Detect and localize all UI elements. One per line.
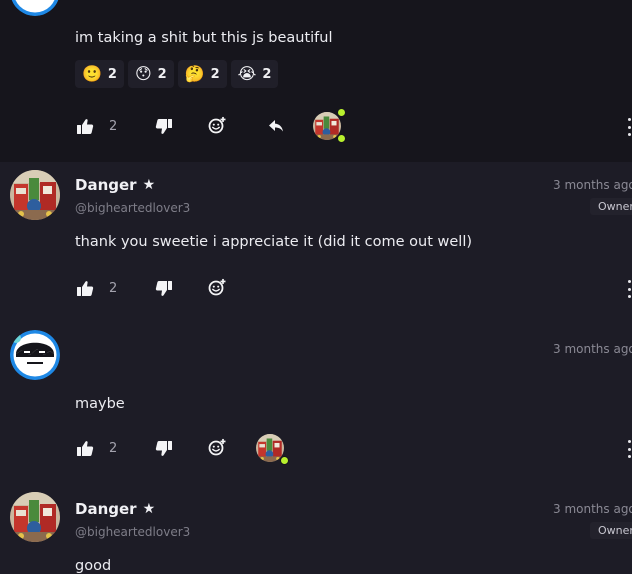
avatar[interactable]: [10, 0, 60, 16]
hushed-face-emoji-icon: 😯: [134, 64, 152, 83]
reaction-chip[interactable]: 🤔 2: [177, 60, 227, 88]
avatar[interactable]: [10, 170, 60, 220]
star-icon: ★: [142, 501, 156, 517]
add-reaction-button[interactable]: [208, 438, 227, 456]
author-name[interactable]: Danger: [75, 500, 137, 518]
thinking-face-emoji-icon: 🤔: [184, 64, 205, 83]
reply-button[interactable]: [267, 117, 285, 134]
thumbs-up-icon: [77, 441, 94, 456]
author-handle[interactable]: @bigheartedlover3: [75, 201, 190, 215]
thumbs-down-icon: [155, 119, 172, 134]
comment-text: im taking a shit but this js beautiful: [75, 30, 333, 46]
timestamp: 3 months ago: [553, 178, 632, 192]
reply-arrow-icon: [269, 120, 283, 132]
owner-badge: Owner: [590, 198, 632, 215]
reaction-chip[interactable]: 🙂 2: [75, 60, 124, 88]
owner-badge: Owner: [590, 522, 632, 539]
timestamp: 3 months ago: [553, 502, 632, 516]
like-count: 2: [109, 441, 118, 456]
avatar[interactable]: [10, 492, 60, 542]
more-options-button[interactable]: [626, 280, 632, 298]
timestamp: 3 months ago: [553, 342, 632, 356]
thumbs-up-icon: [77, 281, 94, 296]
comment-text: good: [75, 558, 112, 574]
comment-item: Danger ★ @bigheartedlover3 3 months ago …: [0, 162, 632, 322]
slight-smile-emoji-icon: 🙂: [82, 64, 102, 83]
comment-actions: 2: [0, 434, 632, 465]
comment-text: thank you sweetie i appreciate it (did i…: [75, 234, 473, 250]
add-reaction-icon: [208, 278, 227, 296]
reaction-chip[interactable]: 😯 2: [127, 60, 174, 88]
more-options-button[interactable]: [626, 118, 632, 136]
status-dot: [337, 134, 346, 143]
comment-text: maybe: [75, 396, 125, 412]
like-button[interactable]: [76, 118, 94, 135]
comment-actions: 2: [0, 274, 632, 304]
author-handle[interactable]: @bigheartedlover3: [75, 525, 190, 539]
add-reaction-icon: [208, 438, 227, 456]
comment-item: Danger ★ @bigheartedlover3 3 months ago …: [0, 484, 632, 574]
like-count: 2: [109, 119, 118, 134]
comment-actions: 2: [0, 108, 632, 143]
add-reaction-icon: [208, 116, 227, 134]
crying-face-emoji-icon: 😭: [237, 64, 257, 83]
thumbs-up-icon: [77, 119, 94, 134]
like-count: 2: [109, 281, 118, 296]
status-dot: [280, 456, 289, 465]
like-button[interactable]: [76, 440, 94, 457]
reaction-count: 2: [210, 66, 220, 82]
dislike-button[interactable]: [155, 280, 173, 297]
add-reaction-button[interactable]: [208, 278, 227, 296]
reaction-count: 2: [157, 66, 167, 82]
more-options-button[interactable]: [626, 440, 632, 458]
reaction-count: 2: [107, 66, 117, 82]
dislike-button[interactable]: [155, 440, 173, 457]
thumbs-down-icon: [155, 281, 172, 296]
status-dot: [337, 108, 346, 117]
comment-item: im taking a shit but this js beautiful 🙂…: [0, 0, 632, 162]
comment-item: 3 months ago maybe 2: [0, 322, 632, 484]
add-reaction-button[interactable]: [208, 116, 227, 134]
reaction-chip[interactable]: 😭 2: [230, 60, 279, 88]
reaction-bar: 🙂 2 😯 2 🤔 2 😭 2: [75, 60, 279, 88]
like-button[interactable]: [76, 280, 94, 297]
avatar[interactable]: [10, 330, 60, 380]
author-name[interactable]: Danger: [75, 176, 137, 194]
thumbs-down-icon: [155, 441, 172, 456]
dislike-button[interactable]: [155, 118, 173, 135]
reaction-count: 2: [262, 66, 272, 82]
star-icon: ★: [142, 177, 156, 193]
